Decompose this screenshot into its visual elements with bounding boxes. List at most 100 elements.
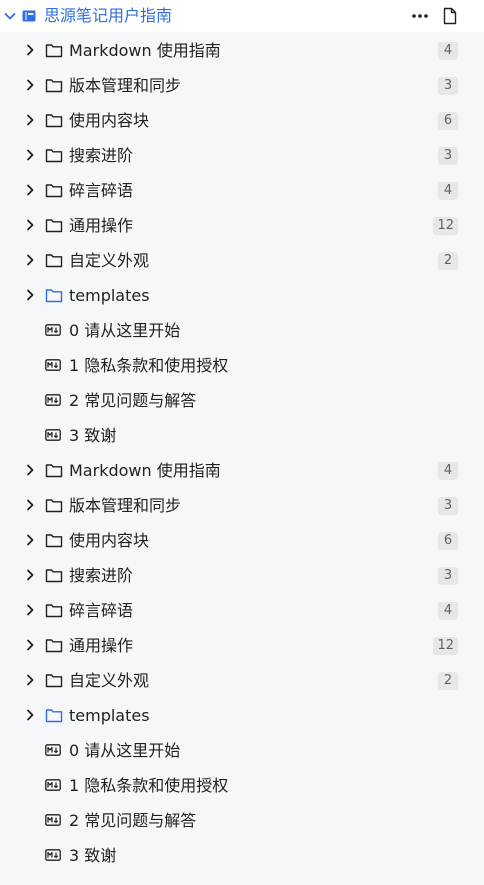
- folder-icon: [45, 604, 63, 618]
- tree-folder-item[interactable]: templates: [0, 698, 484, 733]
- folder-icon: [45, 639, 63, 653]
- tree-item-label: templates: [69, 286, 150, 305]
- markdown-file-icon: [45, 429, 61, 441]
- tree-item-label: templates: [69, 706, 150, 725]
- folder-icon: [45, 184, 63, 198]
- tree-item-label: 碎言碎语: [69, 181, 134, 200]
- folder-icon: [45, 534, 63, 548]
- tree-item-label: 1 隐私条款和使用授权: [69, 776, 229, 795]
- count-badge: 4: [438, 602, 458, 620]
- new-document-icon[interactable]: [442, 7, 458, 25]
- file-tree-panel: 思源笔记用户指南 Markdown 使用指南 4 版本管理和同步 3 使用内容块 6 搜索进…: [0, 0, 484, 885]
- folder-icon: [45, 709, 63, 723]
- tree-folder-item[interactable]: 使用内容块 6: [0, 103, 484, 138]
- tree-document-item[interactable]: 2 常见问题与解答: [0, 383, 484, 418]
- tree-folder-item[interactable]: 碎言碎语 4: [0, 593, 484, 628]
- tree-folder-item[interactable]: 自定义外观 2: [0, 663, 484, 698]
- tree-item-label: 2 常见问题与解答: [69, 391, 197, 410]
- chevron-right-icon[interactable]: [23, 638, 37, 652]
- chevron-right-icon[interactable]: [23, 183, 37, 197]
- notebook-title[interactable]: 思源笔记用户指南: [44, 4, 172, 28]
- chevron-right-icon[interactable]: [23, 463, 37, 477]
- tree-document-item[interactable]: 1 隐私条款和使用授权: [0, 348, 484, 383]
- folder-icon: [45, 79, 63, 93]
- tree-folder-item[interactable]: 通用操作 12: [0, 208, 484, 243]
- tree-item-label: 搜索进阶: [69, 566, 134, 585]
- chevron-right-icon[interactable]: [23, 498, 37, 512]
- folder-icon: [45, 569, 63, 583]
- markdown-file-icon: [45, 324, 61, 336]
- folder-icon: [45, 674, 63, 688]
- tree-folder-item[interactable]: templates: [0, 278, 484, 313]
- chevron-right-icon[interactable]: [23, 288, 37, 302]
- markdown-file-icon: [45, 849, 61, 861]
- tree-document-item[interactable]: 0 请从这里开始: [0, 313, 484, 348]
- tree-folder-item[interactable]: 自定义外观 2: [0, 243, 484, 278]
- tree-folder-item[interactable]: 通用操作 12: [0, 628, 484, 663]
- chevron-right-icon[interactable]: [23, 253, 37, 267]
- markdown-file-icon: [45, 814, 61, 826]
- count-badge: 3: [438, 77, 458, 95]
- tree-item-label: Markdown 使用指南: [69, 41, 221, 60]
- file-tree: Markdown 使用指南 4 版本管理和同步 3 使用内容块 6 搜索进阶 3 碎言碎语 4 通用…: [0, 33, 484, 873]
- chevron-right-icon[interactable]: [23, 78, 37, 92]
- chevron-right-icon[interactable]: [23, 708, 37, 722]
- count-badge: 3: [438, 567, 458, 585]
- more-icon[interactable]: [411, 10, 429, 22]
- tree-item-label: 0 请从这里开始: [69, 741, 181, 760]
- tree-document-item[interactable]: 3 致谢: [0, 418, 484, 453]
- markdown-file-icon: [45, 779, 61, 791]
- count-badge: 2: [438, 252, 458, 270]
- tree-document-item[interactable]: 0 请从这里开始: [0, 733, 484, 768]
- folder-icon: [45, 254, 63, 268]
- chevron-right-icon[interactable]: [23, 673, 37, 687]
- folder-icon: [45, 44, 63, 58]
- tree-item-label: 通用操作: [69, 216, 134, 235]
- chevron-right-icon[interactable]: [23, 218, 37, 232]
- markdown-file-icon: [45, 744, 61, 756]
- tree-document-item[interactable]: 1 隐私条款和使用授权: [0, 768, 484, 803]
- chevron-right-icon[interactable]: [23, 533, 37, 547]
- tree-folder-item[interactable]: 碎言碎语 4: [0, 173, 484, 208]
- chevron-down-icon[interactable]: [3, 9, 17, 23]
- tree-item-label: 1 隐私条款和使用授权: [69, 356, 229, 375]
- count-badge: 6: [438, 532, 458, 550]
- chevron-right-icon[interactable]: [23, 568, 37, 582]
- tree-document-item[interactable]: 2 常见问题与解答: [0, 803, 484, 838]
- chevron-right-icon[interactable]: [23, 148, 37, 162]
- tree-item-label: 3 致谢: [69, 846, 117, 865]
- folder-icon: [45, 499, 63, 513]
- tree-folder-item[interactable]: 搜索进阶 3: [0, 138, 484, 173]
- folder-icon: [45, 114, 63, 128]
- count-badge: 4: [438, 182, 458, 200]
- folder-icon: [45, 219, 63, 233]
- tree-item-label: Markdown 使用指南: [69, 461, 221, 480]
- markdown-file-icon: [45, 359, 61, 371]
- tree-item-label: 使用内容块: [69, 531, 150, 550]
- markdown-file-icon: [45, 394, 61, 406]
- count-badge: 4: [438, 42, 458, 60]
- folder-icon: [45, 149, 63, 163]
- tree-folder-item[interactable]: 使用内容块 6: [0, 523, 484, 558]
- count-badge: 6: [438, 112, 458, 130]
- tree-folder-item[interactable]: Markdown 使用指南 4: [0, 453, 484, 488]
- notebook-header[interactable]: 思源笔记用户指南: [0, 0, 484, 32]
- tree-folder-item[interactable]: Markdown 使用指南 4: [0, 33, 484, 68]
- tree-item-label: 搜索进阶: [69, 146, 134, 165]
- tree-folder-item[interactable]: 搜索进阶 3: [0, 558, 484, 593]
- count-badge: 12: [433, 217, 458, 235]
- tree-folder-item[interactable]: 版本管理和同步 3: [0, 488, 484, 523]
- chevron-right-icon[interactable]: [23, 43, 37, 57]
- count-badge: 3: [438, 497, 458, 515]
- tree-document-item[interactable]: 3 致谢: [0, 838, 484, 873]
- tree-item-label: 通用操作: [69, 636, 134, 655]
- tree-item-label: 3 致谢: [69, 426, 117, 445]
- chevron-right-icon[interactable]: [23, 113, 37, 127]
- tree-item-label: 2 常见问题与解答: [69, 811, 197, 830]
- count-badge: 12: [433, 637, 458, 655]
- chevron-right-icon[interactable]: [23, 603, 37, 617]
- count-badge: 2: [438, 672, 458, 690]
- tree-folder-item[interactable]: 版本管理和同步 3: [0, 68, 484, 103]
- count-badge: 3: [438, 147, 458, 165]
- tree-item-label: 自定义外观: [69, 251, 150, 270]
